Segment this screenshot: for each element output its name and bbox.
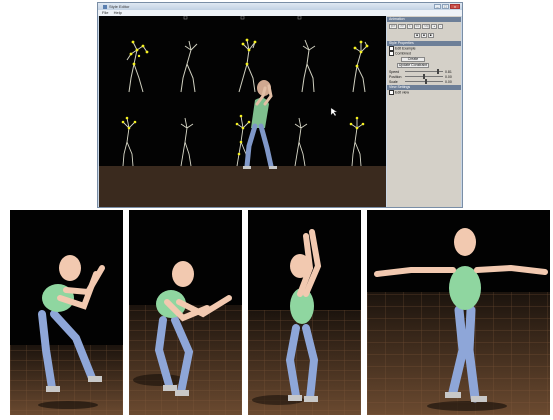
render-frame-3	[248, 210, 361, 415]
forward-button[interactable]: >>	[413, 24, 422, 29]
skeleton-figure	[350, 118, 364, 167]
joint-markers-bottom	[121, 114, 365, 156]
last-frame-button[interactable]: >>|	[422, 24, 431, 29]
menu-help[interactable]: Help	[114, 10, 122, 15]
viewport-scene	[121, 16, 369, 169]
position-value: 0.00	[445, 74, 452, 79]
combined-row[interactable]: Combined	[387, 51, 461, 56]
speed-knob[interactable]	[436, 69, 439, 74]
control-panel: Animation |<< << > >> >>| + - ■ ■ ■ Styl…	[387, 16, 461, 207]
mode-button[interactable]: ■	[414, 33, 421, 38]
mode-toolbar: ■ ■ ■	[387, 31, 461, 40]
play-button[interactable]: >	[406, 24, 413, 29]
playback-toolbar: |<< << > >> >>| + -	[387, 22, 461, 31]
speed-label: Speed	[389, 69, 400, 74]
mode-button[interactable]: ■	[427, 33, 434, 38]
marker-icon	[240, 16, 245, 20]
add-button[interactable]: +	[431, 24, 438, 29]
minimize-button[interactable]: –	[434, 4, 441, 9]
menu-file[interactable]: File	[102, 10, 108, 15]
skeleton-figure	[352, 41, 368, 93]
mode-button[interactable]: ■	[421, 33, 427, 38]
remove-button[interactable]: -	[438, 24, 444, 29]
render-frame-1	[10, 210, 123, 415]
skeleton-figure	[180, 117, 194, 167]
skeleton-figure	[238, 39, 256, 93]
rewind-button[interactable]: <<	[398, 24, 406, 29]
speed-track[interactable]	[405, 69, 443, 74]
example-skeletons-top	[126, 39, 368, 93]
window-title: Style Editor	[109, 4, 130, 9]
skeleton-figure	[122, 117, 136, 167]
scale-knob[interactable]	[424, 79, 427, 84]
edit-view-row[interactable]: Edit view	[387, 90, 461, 95]
combined-checkbox[interactable]	[389, 51, 394, 56]
marker-icon	[297, 16, 302, 20]
main-character	[243, 80, 277, 169]
character-pose-crouch-guard	[10, 210, 123, 415]
render-frame-2	[129, 210, 242, 415]
app-icon	[103, 4, 107, 9]
3d-viewport[interactable]	[99, 16, 386, 207]
character-pose-punch	[129, 210, 242, 415]
skeleton-figure	[294, 117, 308, 167]
render-frame-4	[367, 210, 550, 415]
scale-label: Scale	[389, 79, 398, 84]
scale-value: 0.00	[445, 79, 452, 84]
first-frame-button[interactable]: |<<	[389, 24, 398, 29]
position-track[interactable]	[405, 74, 443, 79]
position-label: Position	[389, 74, 402, 79]
scale-slider[interactable]: Scale 0.00	[387, 79, 461, 84]
title-bar: Style Editor – □ x	[98, 3, 462, 10]
update-constraint-button[interactable]: Update Constraint	[397, 63, 429, 68]
style-editor-window: Style Editor – □ x File Help Animation |…	[97, 2, 463, 208]
skeleton-figure	[301, 39, 316, 93]
speed-value: 0.81	[445, 69, 452, 74]
scale-track[interactable]	[405, 79, 443, 84]
create-button[interactable]: Create	[401, 57, 425, 62]
skeleton-figure	[180, 40, 198, 93]
mouse-cursor-icon	[330, 107, 338, 117]
close-button[interactable]: x	[450, 4, 460, 9]
edit-view-checkbox[interactable]	[389, 90, 394, 95]
character-pose-arms-up	[248, 210, 361, 415]
example-skeletons-bottom	[122, 115, 364, 167]
marker-icon	[183, 16, 188, 20]
maximize-button[interactable]: □	[442, 4, 449, 9]
character-pose-t-pose	[367, 210, 550, 415]
